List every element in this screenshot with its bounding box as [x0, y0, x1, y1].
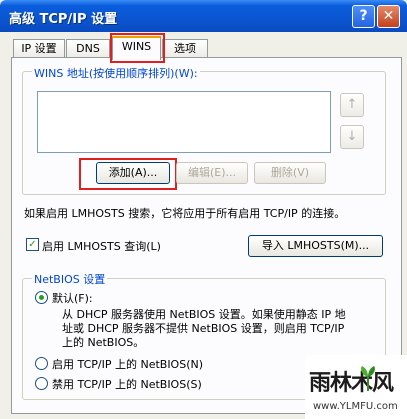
move-up-button[interactable]: ↑	[340, 93, 364, 117]
netbios-disable-radio[interactable]	[35, 377, 48, 390]
netbios-default-radio[interactable]	[35, 291, 48, 304]
move-down-button[interactable]: ↓	[340, 125, 364, 149]
leaf-icon	[361, 366, 375, 391]
arrow-down-icon: ↓	[346, 129, 358, 144]
netbios-disable-label: 禁用 TCP/IP 上的 NetBIOS(S)	[52, 378, 202, 391]
wins-tab-highlight-box	[110, 33, 165, 63]
wins-group-title: WINS 地址(按使用顺序排列)(W):	[32, 65, 200, 81]
lmhosts-info-text: 如果启用 LMHOSTS 搜索，它将应用于所有启用 TCP/IP 的连接。	[24, 207, 346, 220]
add-button-highlight-box	[79, 158, 177, 190]
edit-button[interactable]: 编辑(E)...	[176, 162, 248, 184]
enable-lmhosts-label: 启用 LMHOSTS 查询(L)	[42, 240, 161, 253]
enable-lmhosts-checkbox[interactable]: ✓	[26, 238, 39, 251]
remove-button[interactable]: 删除(V)	[254, 162, 326, 184]
import-lmhosts-button[interactable]: 导入 LMHOSTS(M)...	[248, 235, 383, 257]
netbios-enable-radio[interactable]	[35, 357, 48, 370]
watermark-logo: 雨林木风 www.YLMFU.com	[305, 355, 407, 419]
watermark-url: www.YLMFU.com	[313, 401, 398, 412]
netbios-enable-label: 启用 TCP/IP 上的 NetBIOS(N)	[52, 358, 204, 371]
wins-address-list[interactable]	[37, 91, 331, 153]
arrow-up-icon: ↑	[346, 97, 358, 112]
radio-selected-dot	[39, 295, 44, 300]
netbios-default-label: 默认(F):	[52, 292, 93, 305]
watermark-main-text: 雨林木风	[309, 371, 394, 396]
netbios-group-title: NetBIOS 设置	[32, 271, 108, 287]
netbios-default-desc-line3: 上的 NetBIOS。	[62, 336, 145, 349]
